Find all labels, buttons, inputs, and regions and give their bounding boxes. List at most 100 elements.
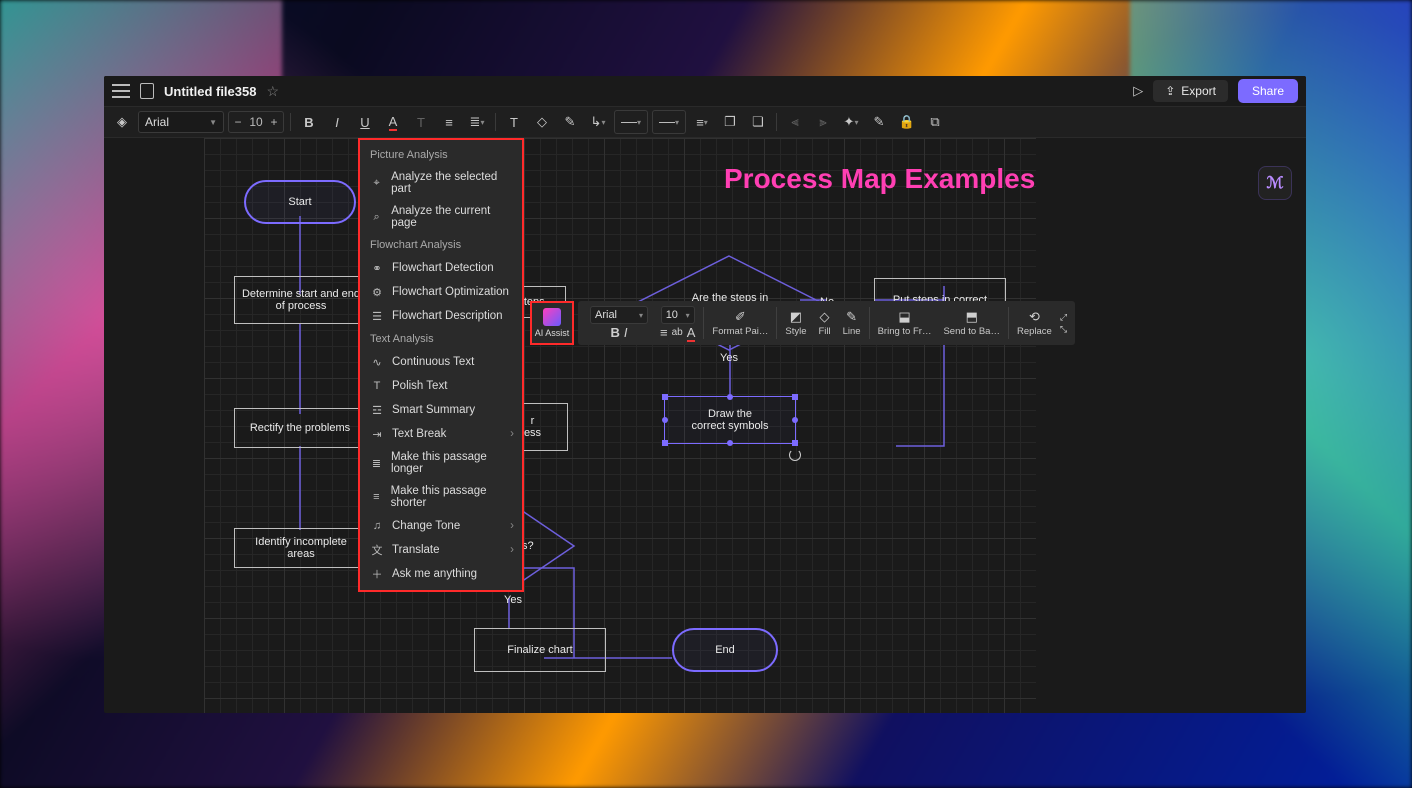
yes2-label: Yes xyxy=(504,594,522,606)
ai-assist-button[interactable]: AI Assist xyxy=(530,301,574,345)
bring-front-icon: ⬓ xyxy=(898,309,910,325)
align-icon[interactable]: ≡ xyxy=(437,110,461,134)
export-button[interactable]: ⇪ Export xyxy=(1153,80,1228,102)
float-expand[interactable]: ⤢⤡ xyxy=(1058,301,1069,345)
summary-icon: ☲ xyxy=(370,403,384,417)
line-color-icon[interactable]: ✎ xyxy=(558,110,582,134)
node-finalize[interactable]: Finalize chart xyxy=(474,628,606,672)
float-bold-icon[interactable]: B xyxy=(610,325,619,340)
float-color-icon[interactable]: A xyxy=(687,325,696,340)
ctx-flow-desc[interactable]: ☰Flowchart Description xyxy=(360,304,522,328)
ctx-analyze-selected[interactable]: ⌖Analyze the selected part xyxy=(360,166,522,200)
ctx-break[interactable]: ⇥Text Break xyxy=(360,422,522,446)
ctx-analyze-page[interactable]: ⌕Analyze the current page xyxy=(360,200,522,234)
ctx-tone[interactable]: ♫Change Tone xyxy=(360,514,522,538)
node-draw-selected[interactable]: Draw the correct symbols xyxy=(664,396,796,444)
bring-forward-icon[interactable]: ❐ xyxy=(718,110,742,134)
document-icon xyxy=(140,83,154,99)
ctx-translate[interactable]: 文Translate xyxy=(360,538,522,562)
fill-icon[interactable]: ◇ xyxy=(530,110,554,134)
arrow-style-select[interactable]: ▾ xyxy=(652,110,686,134)
ctx-polish[interactable]: TPolish Text xyxy=(360,374,522,398)
line-spacing-icon[interactable]: ≣▾ xyxy=(465,110,489,134)
float-line[interactable]: ✎Line xyxy=(837,301,867,345)
ctx-picture-hdr: Picture Analysis xyxy=(360,144,522,166)
ctx-summary[interactable]: ☲Smart Summary xyxy=(360,398,522,422)
float-format-painter[interactable]: ✐Format Pai… xyxy=(706,301,774,345)
file-title[interactable]: Untitled file358 xyxy=(164,84,256,99)
ctx-longer[interactable]: ≣Make this passage longer xyxy=(360,446,522,480)
flow-desc-icon: ☰ xyxy=(370,309,384,323)
ctx-flow-opt[interactable]: ⚙Flowchart Optimization xyxy=(360,280,522,304)
float-style[interactable]: ◩Style xyxy=(779,301,812,345)
float-font-block: Arial▾ B I xyxy=(584,301,654,345)
font-size-stepper[interactable]: − 10 + xyxy=(228,111,284,133)
clear-format-icon[interactable]: T xyxy=(409,110,433,134)
shorter-icon: ≡ xyxy=(370,490,383,504)
underline-icon[interactable]: U xyxy=(353,110,377,134)
title-bar: Untitled file358 ☆ ▷ ⇪ Export Share xyxy=(104,76,1306,106)
align-right-obj-icon[interactable]: ⫸ xyxy=(811,110,835,134)
ai-badge-icon[interactable]: ℳ xyxy=(1258,166,1292,200)
menu-icon[interactable] xyxy=(112,84,130,98)
ctx-flow-detect[interactable]: ⚭Flowchart Detection xyxy=(360,256,522,280)
float-send-back[interactable]: ⬒Send to Ba… xyxy=(937,301,1006,345)
magnify-part-icon: ⌖ xyxy=(370,176,383,190)
canvas-title: Process Map Examples xyxy=(724,163,1035,195)
line-style-select[interactable]: ▾ xyxy=(614,110,648,134)
play-icon[interactable]: ▷ xyxy=(1133,83,1143,99)
share-button[interactable]: Share xyxy=(1238,79,1298,103)
yes-label: Yes xyxy=(720,352,738,364)
export-icon: ⇪ xyxy=(1165,84,1175,98)
tone-icon: ♫ xyxy=(370,519,384,533)
ctx-flow-hdr: Flowchart Analysis xyxy=(360,234,522,256)
ctx-ask[interactable]: ＋Ask me anything xyxy=(360,562,522,586)
main-toolbar: ◈ Arial▼ − 10 + B I U A T ≡ ≣▾ T ◇ ✎ ↳▾ … xyxy=(104,106,1306,138)
ctx-text-hdr: Text Analysis xyxy=(360,328,522,350)
ai-context-menu: Picture Analysis ⌖Analyze the selected p… xyxy=(358,138,524,592)
decrease-icon[interactable]: − xyxy=(229,115,247,129)
font-select[interactable]: Arial▼ xyxy=(138,111,224,133)
float-italic-icon[interactable]: I xyxy=(624,325,628,340)
float-case-icon[interactable]: ab xyxy=(672,327,683,338)
sparkle-icon[interactable]: ✦▾ xyxy=(839,110,863,134)
increase-icon[interactable]: + xyxy=(265,115,283,129)
float-font-select[interactable]: Arial▾ xyxy=(590,306,648,324)
star-icon[interactable]: ☆ xyxy=(266,83,279,100)
send-backward-icon[interactable]: ❏ xyxy=(746,110,770,134)
duplicate-icon[interactable]: ⧉ xyxy=(923,110,947,134)
node-determine[interactable]: Determine start and end of process xyxy=(234,276,368,324)
shape-style-icon[interactable]: ◈ xyxy=(110,110,134,134)
brush-icon: ✐ xyxy=(735,309,746,325)
rotate-handle-icon[interactable] xyxy=(789,449,801,461)
send-back-icon: ⬒ xyxy=(966,309,978,325)
floating-toolbar: Arial▾ B I 10▾ ≡ ab A ✐Format Pai… ◩Styl… xyxy=(578,301,1075,345)
canvas[interactable]: Process Map Examples Start Determine sta… xyxy=(204,138,1036,713)
pen-icon: ✎ xyxy=(846,309,857,325)
italic-icon[interactable]: I xyxy=(325,110,349,134)
node-identify[interactable]: Identify incomplete areas xyxy=(234,528,368,568)
font-color-icon[interactable]: A xyxy=(381,110,405,134)
float-replace[interactable]: ⟲Replace xyxy=(1011,301,1058,345)
text-tool-icon[interactable]: T xyxy=(502,110,526,134)
edit-icon[interactable]: ✎ xyxy=(867,110,891,134)
align-left-obj-icon[interactable]: ⫷ xyxy=(783,110,807,134)
bold-icon[interactable]: B xyxy=(297,110,321,134)
lock-icon[interactable]: 🔒 xyxy=(895,110,919,134)
node-end[interactable]: End xyxy=(672,628,778,672)
ctx-cont-text[interactable]: ∿Continuous Text xyxy=(360,350,522,374)
float-align-icon[interactable]: ≡ xyxy=(660,325,668,340)
connector-icon[interactable]: ↳▾ xyxy=(586,110,610,134)
ctx-shorter[interactable]: ≡Make this passage shorter xyxy=(360,480,522,514)
break-icon: ⇥ xyxy=(370,427,384,441)
font-size-value: 10 xyxy=(247,115,265,129)
export-label: Export xyxy=(1181,84,1216,98)
list-icon[interactable]: ≡▾ xyxy=(690,110,714,134)
float-bring-front[interactable]: ⬓Bring to Fr… xyxy=(872,301,938,345)
ai-assist-label: AI Assist xyxy=(535,328,570,338)
node-start[interactable]: Start xyxy=(244,180,356,224)
node-rectify[interactable]: Rectify the problems xyxy=(234,408,366,448)
polish-icon: T xyxy=(370,379,384,393)
float-fill[interactable]: ◇Fill xyxy=(812,301,836,345)
float-size-select[interactable]: 10▾ xyxy=(661,306,695,324)
